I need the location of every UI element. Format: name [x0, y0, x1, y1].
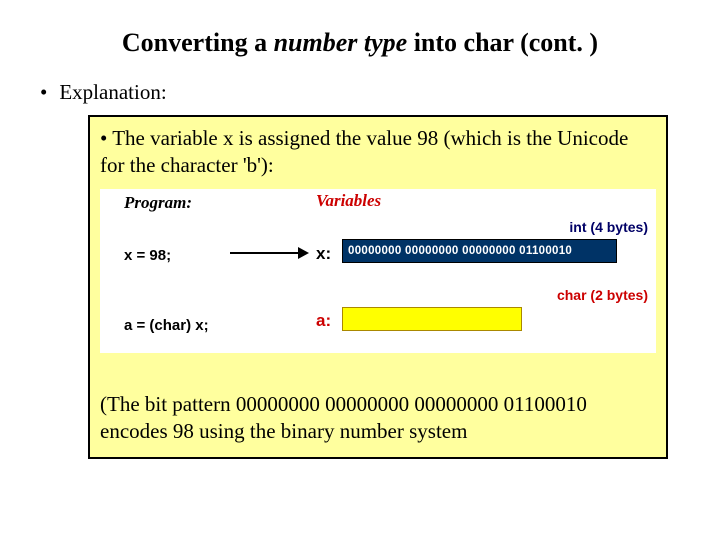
- statement-x: x = 98;: [124, 247, 171, 264]
- panel-line-1: • The variable x is assigned the value 9…: [100, 125, 656, 179]
- panel-note: (The bit pattern 00000000 00000000 00000…: [100, 391, 656, 445]
- title-em: number type: [274, 28, 408, 57]
- variables-header: Variables: [316, 191, 381, 211]
- statement-a: a = (char) x;: [124, 317, 209, 334]
- arrow-icon: [230, 247, 312, 259]
- var-a-bits: [342, 307, 522, 331]
- bullet-dot-icon: •: [40, 80, 47, 105]
- program-header: Program:: [124, 193, 192, 213]
- char-type-label: char (2 bytes): [557, 287, 648, 303]
- bullet-explanation: • Explanation:: [40, 80, 704, 105]
- int-type-label: int (4 bytes): [569, 219, 648, 235]
- slide: Converting a number type into char (cont…: [0, 0, 720, 479]
- slide-title: Converting a number type into char (cont…: [16, 28, 704, 58]
- content-panel: • The variable x is assigned the value 9…: [88, 115, 668, 459]
- diagram-box: Program: Variables int (4 bytes) char (2…: [100, 189, 656, 353]
- bullet-text: Explanation:: [59, 80, 166, 105]
- title-pre: Converting a: [122, 28, 274, 57]
- var-x-bits: 00000000 00000000 00000000 01100010: [342, 239, 617, 263]
- var-a-label: a:: [316, 311, 331, 331]
- title-post: into char (cont. ): [407, 28, 598, 57]
- var-x-label: x:: [316, 244, 331, 264]
